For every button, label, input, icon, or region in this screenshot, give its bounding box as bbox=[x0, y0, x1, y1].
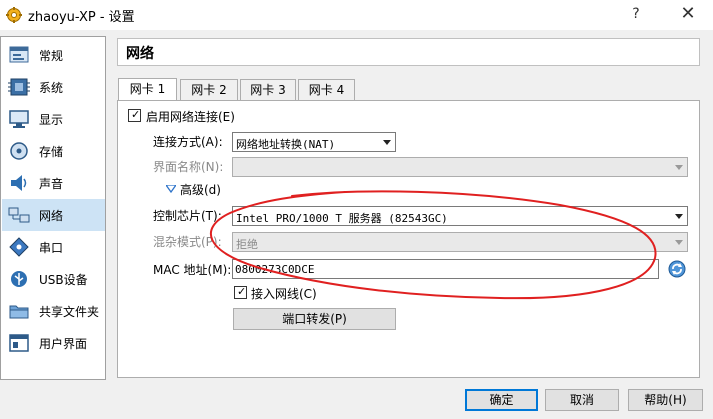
adapter-type-select[interactable]: Intel PRO/1000 T 服务器 (82543GC) bbox=[232, 206, 688, 226]
sidebar-item-label: 共享文件夹 bbox=[39, 305, 100, 319]
chevron-down-icon bbox=[383, 140, 391, 145]
dialog-client-area: 常规 系统 显示 存储 声音 网络 串口 USB设备 共享文件夹 用户界面 网络… bbox=[0, 30, 713, 419]
speaker-icon bbox=[11, 175, 27, 191]
sidebar-item-label: 网络 bbox=[39, 209, 64, 223]
sidebar-item-general[interactable]: 常规 bbox=[2, 39, 105, 71]
chevron-down-icon bbox=[675, 214, 683, 219]
cable-connected-label: 接入网线(C) bbox=[251, 287, 317, 301]
sidebar-item-label: 显示 bbox=[39, 113, 64, 127]
enable-adapter-checkbox[interactable]: ✓ bbox=[128, 108, 141, 122]
enable-adapter-label: 启用网络连接(E) bbox=[146, 110, 235, 124]
adapter-type-label: 控制芯片(T): bbox=[153, 209, 222, 223]
tab-adapter-2[interactable]: 网卡 2 bbox=[180, 79, 238, 100]
sidebar-item-display[interactable]: 显示 bbox=[2, 103, 105, 135]
disk-icon bbox=[10, 142, 28, 160]
attached-to-label: 连接方式(A): bbox=[153, 135, 223, 149]
sidebar-item-label: 声音 bbox=[39, 177, 64, 191]
sidebar-item-usb[interactable]: USB设备 bbox=[2, 263, 105, 295]
sidebar-item-network[interactable]: 网络 bbox=[2, 199, 105, 231]
sidebar-item-label: USB设备 bbox=[39, 273, 88, 287]
chevron-down-icon bbox=[675, 165, 683, 170]
general-icon bbox=[9, 46, 29, 63]
serial-port-icon bbox=[9, 237, 29, 257]
promiscuous-mode-select[interactable]: 拒绝 bbox=[232, 232, 688, 252]
interface-name-label: 界面名称(N): bbox=[153, 160, 224, 174]
section-header: 网络 bbox=[117, 38, 700, 66]
sidebar-item-shared-folders[interactable]: 共享文件夹 bbox=[2, 295, 105, 327]
sidebar-item-storage[interactable]: 存储 bbox=[2, 135, 105, 167]
promiscuous-mode-label: 混杂模式(P): bbox=[153, 235, 222, 249]
monitor-icon bbox=[9, 110, 29, 128]
check-icon: ✓ bbox=[237, 285, 247, 298]
mac-address-input[interactable] bbox=[235, 261, 654, 277]
close-button[interactable]: ✕ bbox=[674, 2, 702, 26]
network-icon bbox=[8, 207, 30, 223]
interface-name-select[interactable] bbox=[232, 157, 688, 177]
chevron-down-icon bbox=[675, 240, 683, 245]
port-forwarding-button[interactable]: 端口转发(P) bbox=[233, 308, 396, 330]
help-dialog-button[interactable]: 帮助(H) bbox=[628, 389, 703, 411]
virtualbox-gear-icon bbox=[6, 7, 22, 23]
window-title: zhaoyu-XP - 设置 bbox=[28, 10, 135, 25]
mac-address-field[interactable] bbox=[232, 259, 659, 279]
sidebar-item-label: 存储 bbox=[39, 145, 64, 159]
adapter-type-value: Intel PRO/1000 T 服务器 (82543GC) bbox=[236, 212, 448, 225]
refresh-mac-icon[interactable] bbox=[668, 260, 686, 278]
sidebar-item-user-interface[interactable]: 用户界面 bbox=[2, 327, 105, 359]
tab-adapter-1[interactable]: 网卡 1 bbox=[118, 78, 177, 101]
chip-icon bbox=[8, 78, 30, 96]
cable-connected-checkbox[interactable]: ✓ bbox=[234, 285, 247, 299]
sidebar-item-audio[interactable]: 声音 bbox=[2, 167, 105, 199]
sidebar-item-system[interactable]: 系统 bbox=[2, 71, 105, 103]
cancel-button[interactable]: 取消 bbox=[545, 389, 619, 411]
attached-to-value: 网络地址转换(NAT) bbox=[236, 138, 336, 151]
sidebar-item-label: 常规 bbox=[39, 49, 64, 63]
tab-adapter-4[interactable]: 网卡 4 bbox=[298, 79, 355, 100]
sidebar-item-label: 用户界面 bbox=[39, 337, 88, 351]
tab-adapter-3[interactable]: 网卡 3 bbox=[240, 79, 296, 100]
expand-triangle-icon[interactable] bbox=[166, 185, 176, 193]
sidebar-item-label: 系统 bbox=[39, 81, 64, 95]
attached-to-select[interactable]: 网络地址转换(NAT) bbox=[232, 132, 396, 152]
usb-icon bbox=[11, 271, 27, 287]
folder-icon bbox=[9, 305, 29, 319]
sidebar-item-serial-ports[interactable]: 串口 bbox=[2, 231, 105, 263]
help-button[interactable]: ? bbox=[624, 4, 648, 24]
ok-button[interactable]: 确定 bbox=[465, 389, 538, 411]
ui-icon bbox=[9, 334, 29, 352]
title-bar: zhaoyu-XP - 设置 ? ✕ bbox=[0, 0, 713, 30]
adapter-panel: ✓ 启用网络连接(E) 连接方式(A): 网络地址转换(NAT) 界面名称(N)… bbox=[117, 100, 700, 378]
page-title: 网络 bbox=[126, 46, 154, 62]
promiscuous-mode-value: 拒绝 bbox=[236, 238, 258, 251]
sidebar-item-label: 串口 bbox=[39, 241, 64, 255]
mac-address-label: MAC 地址(M): bbox=[153, 263, 232, 277]
check-icon: ✓ bbox=[131, 108, 141, 121]
advanced-toggle-label[interactable]: 高级(d) bbox=[180, 181, 221, 198]
settings-sidebar: 常规 系统 显示 存储 声音 网络 串口 USB设备 共享文件夹 用户界面 bbox=[0, 36, 106, 380]
